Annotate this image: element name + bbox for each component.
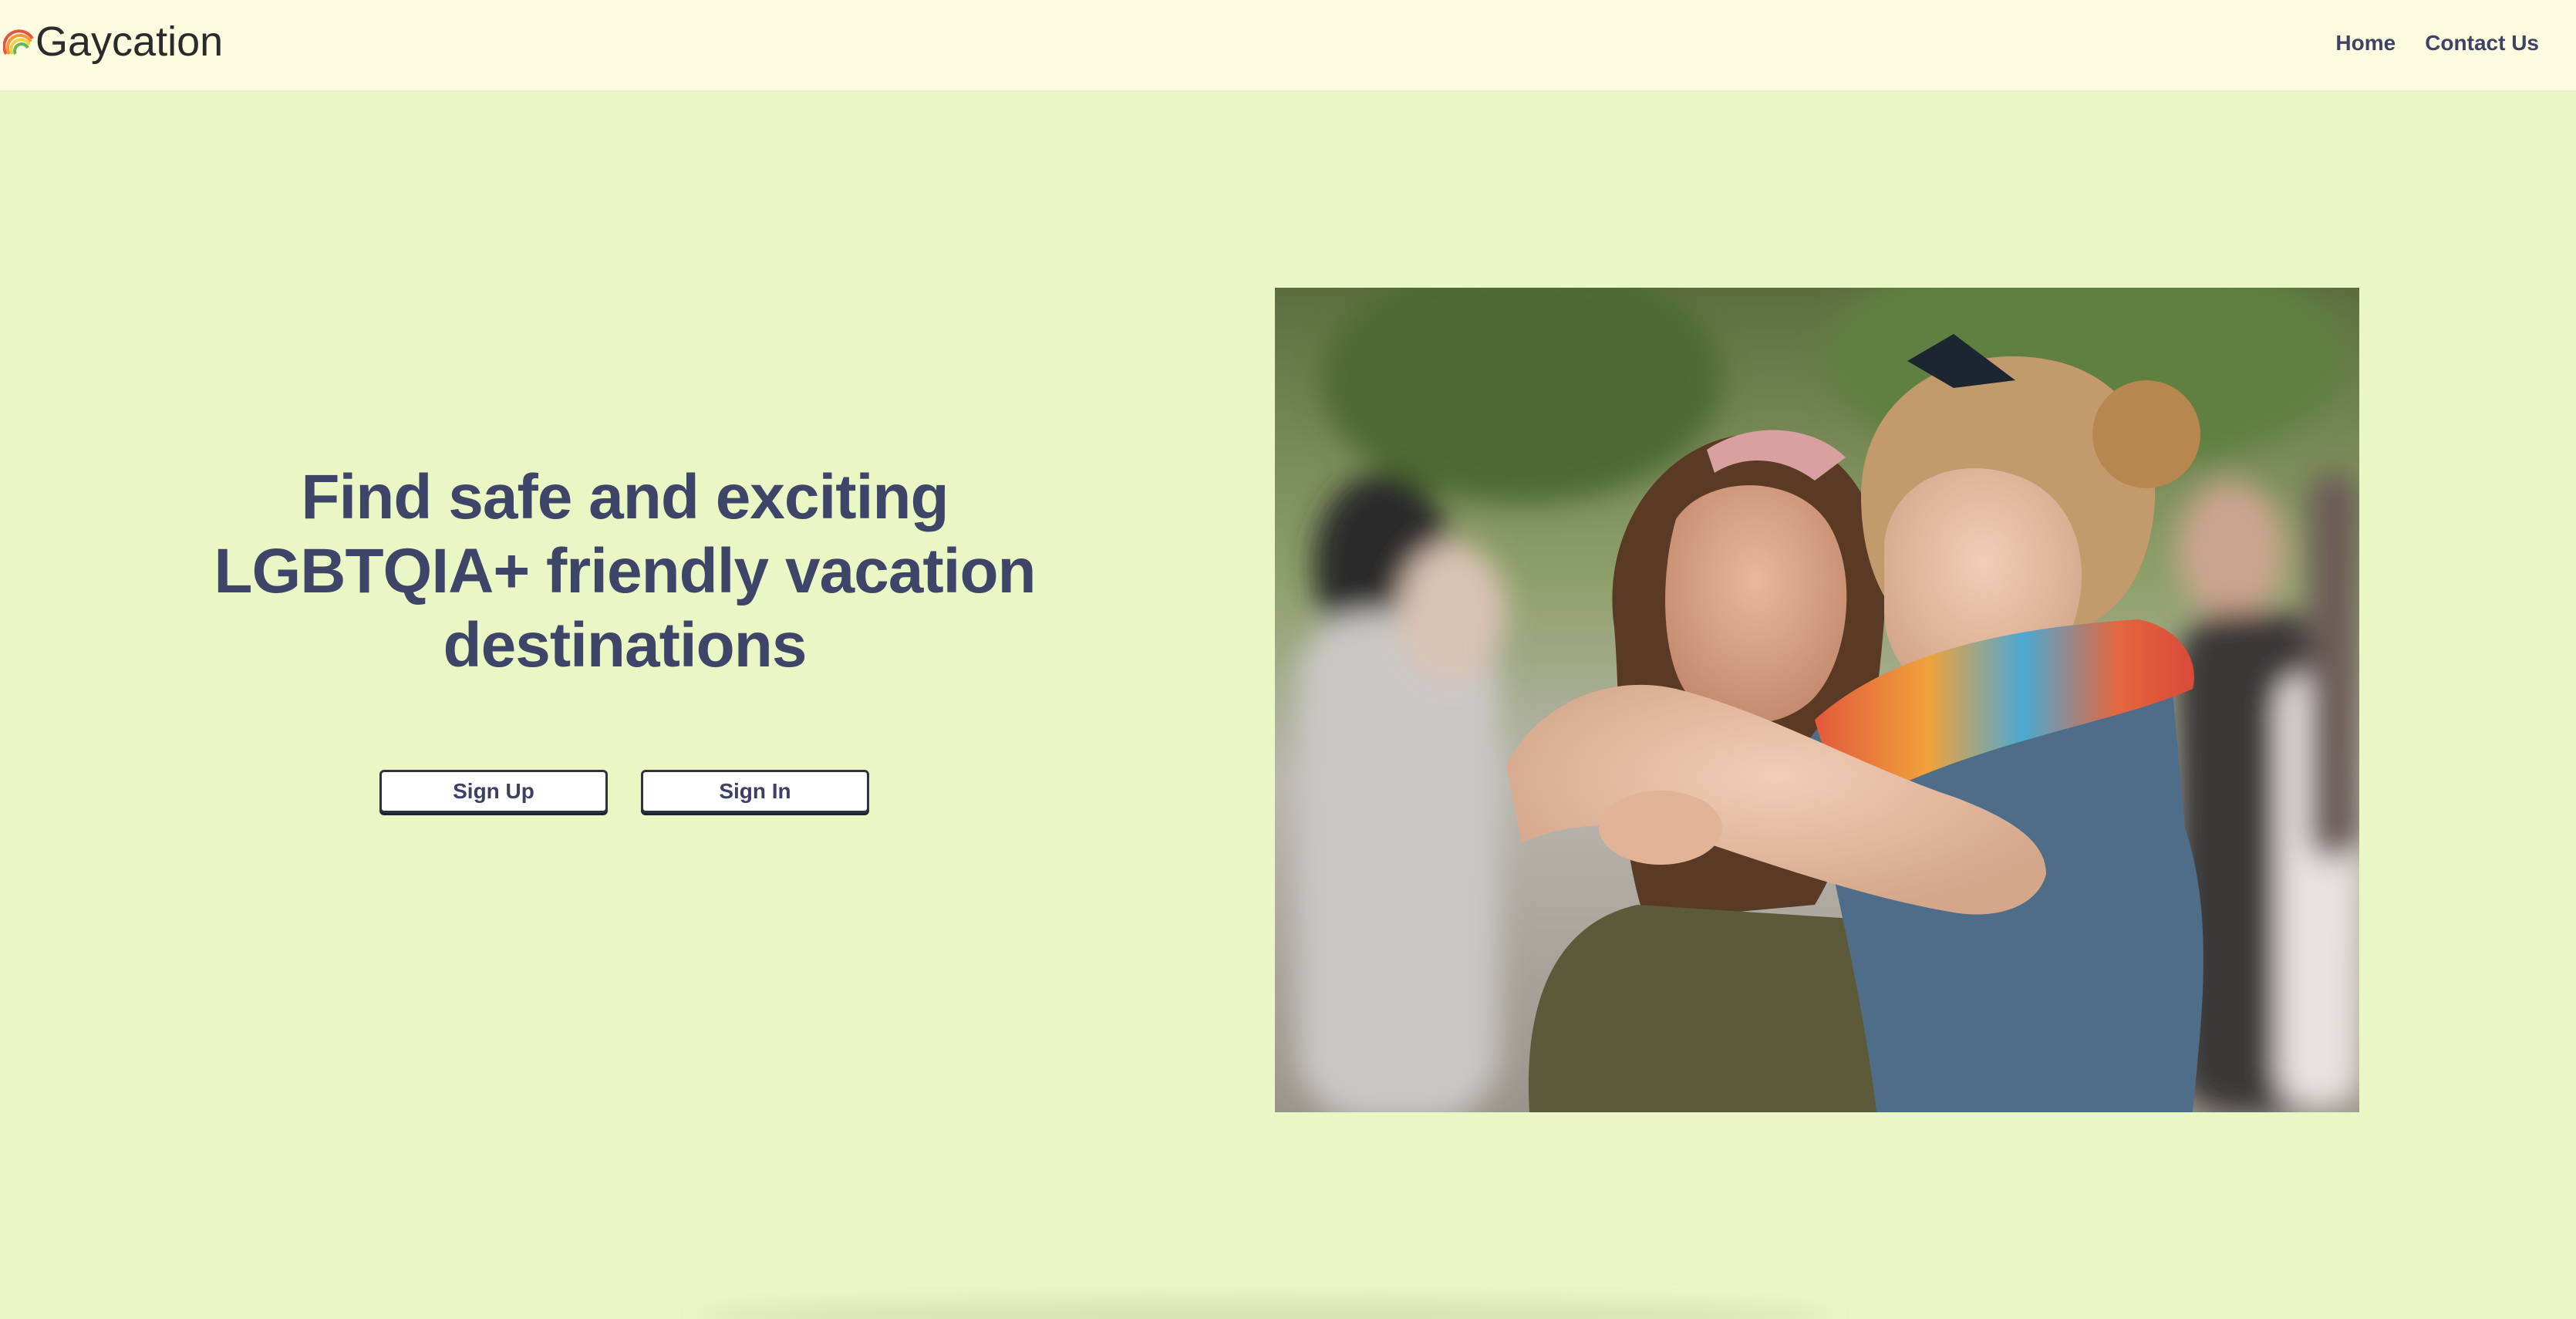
rainbow-icon (3, 28, 34, 56)
hero-text-block: Find safe and exciting LGBTQIA+ friendly… (193, 460, 1057, 683)
hero-headline: Find safe and exciting LGBTQIA+ friendly… (214, 462, 1036, 680)
footer-shadow (694, 1300, 1836, 1319)
hero-photo (1275, 288, 2359, 1112)
sign-up-button[interactable]: Sign Up (379, 770, 608, 813)
brand-logo[interactable]: Gaycation (3, 12, 223, 71)
brand-name: Gaycation (35, 19, 224, 65)
top-navigation-bar: Gaycation Home Contact Us (0, 0, 2576, 92)
nav-link-contact-us[interactable]: Contact Us (2425, 31, 2539, 56)
main-nav: Home Contact Us (2335, 31, 2539, 56)
nav-link-home[interactable]: Home (2335, 31, 2396, 56)
sign-in-button[interactable]: Sign In (641, 770, 869, 813)
